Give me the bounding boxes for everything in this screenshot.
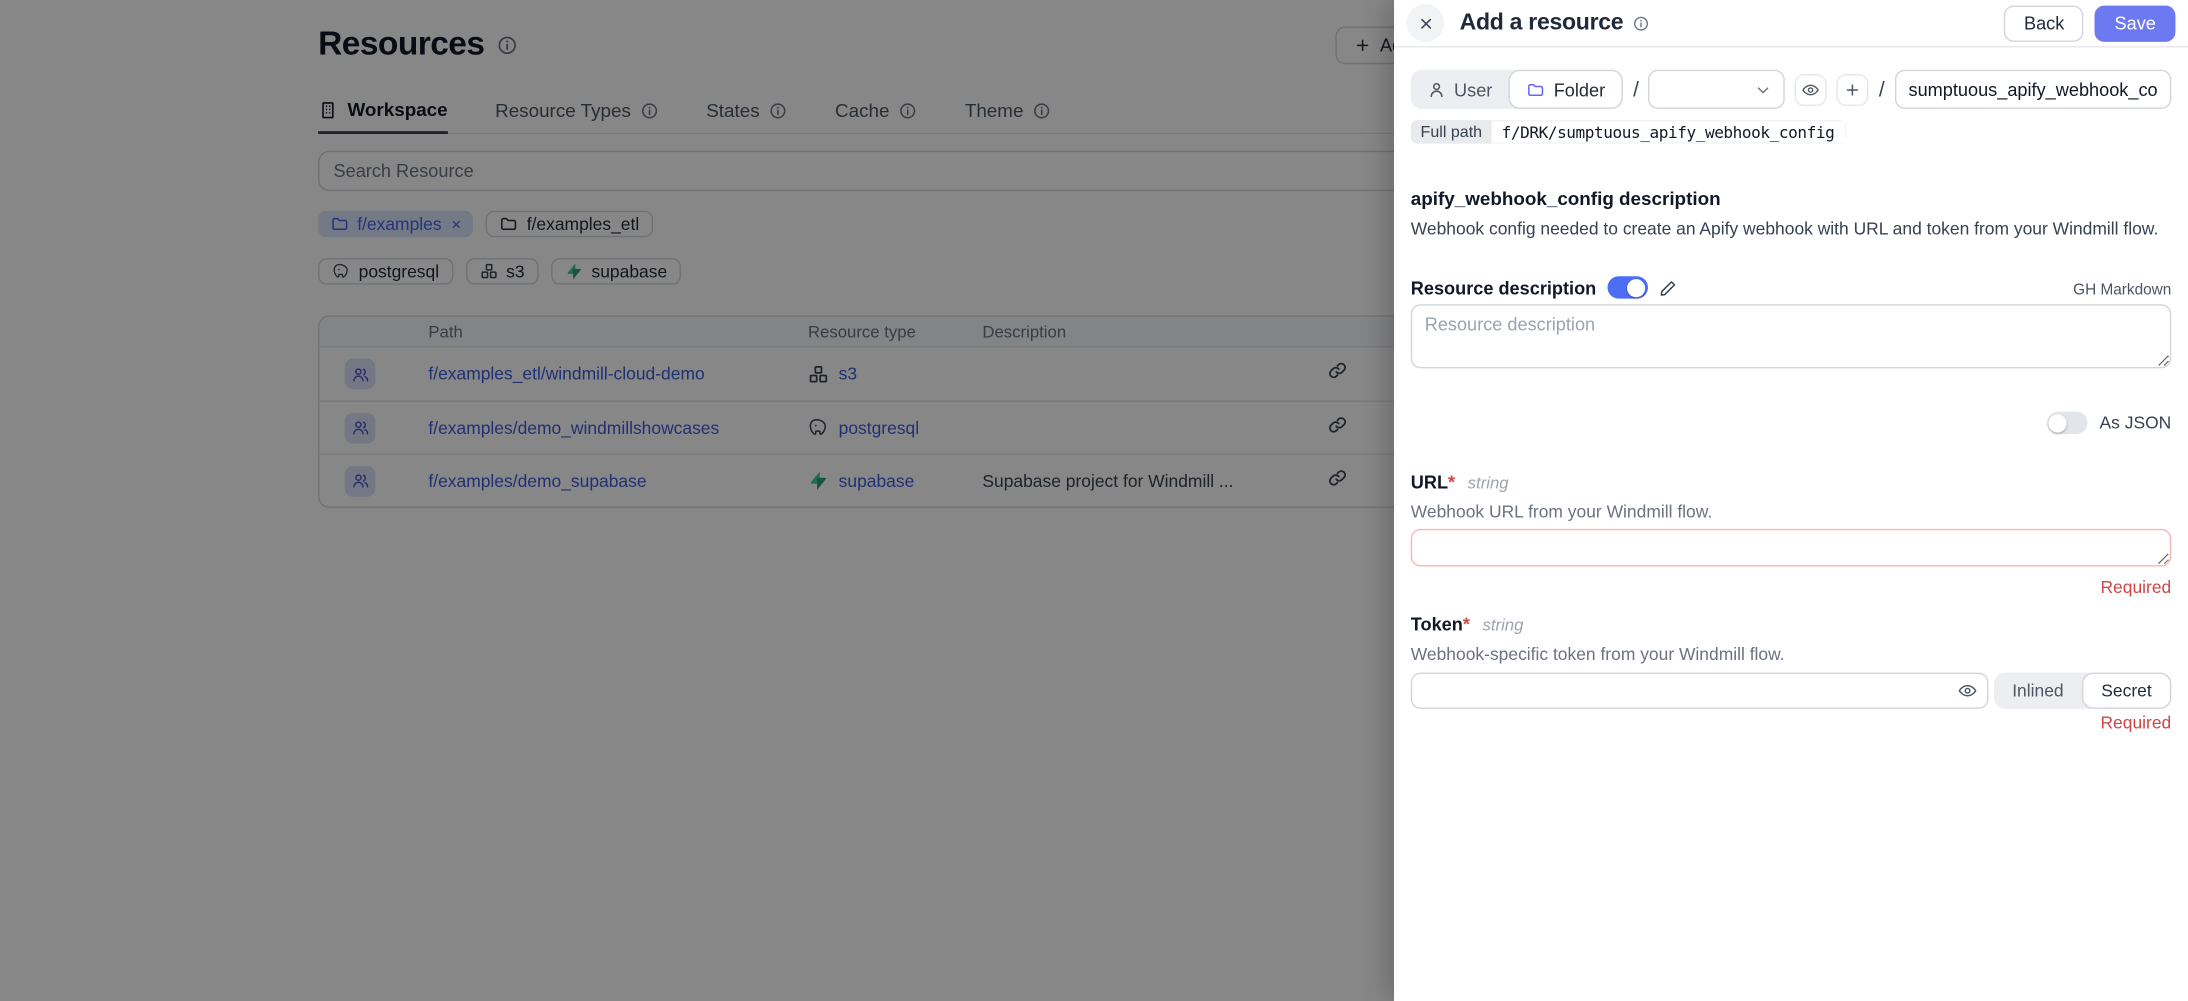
token-secret-option[interactable]: Secret [2082, 673, 2172, 709]
pencil-icon[interactable] [1659, 278, 1677, 296]
gh-markdown-label: GH Markdown [2073, 282, 2171, 299]
drawer-title: Add a resource [1460, 10, 1624, 37]
resource-type-description-text: Webhook config needed to create an Apify… [1411, 219, 2171, 239]
url-required-text: Required [1411, 578, 2171, 598]
resource-name-input[interactable] [1894, 70, 2171, 109]
token-field-type: string [1482, 615, 1523, 635]
plus-icon [1844, 80, 1862, 98]
owner-user-label: User [1454, 79, 1492, 100]
token-required-text: Required [1411, 713, 2171, 733]
chevron-down-icon [1755, 80, 1773, 98]
url-field-label: URL* [1411, 472, 1455, 493]
folder-select[interactable] [1649, 70, 1786, 109]
new-folder-button[interactable] [1837, 73, 1869, 105]
person-icon [1428, 80, 1446, 98]
required-asterisk: * [1463, 614, 1470, 635]
as-json-toggle[interactable] [2046, 412, 2086, 434]
token-input[interactable] [1411, 673, 1989, 709]
info-icon [1633, 15, 1650, 32]
view-folder-button[interactable] [1795, 73, 1827, 105]
owner-folder-label: Folder [1554, 79, 1605, 100]
url-field-help: Webhook URL from your Windmill flow. [1411, 502, 2171, 522]
token-mode-toggle: Inlined Secret [1994, 673, 2171, 709]
token-inlined-option[interactable]: Inlined [1994, 673, 2082, 709]
owner-user-option[interactable]: User [1411, 70, 1509, 109]
url-field-type: string [1468, 473, 1509, 493]
required-asterisk: * [1448, 472, 1455, 493]
add-resource-drawer: Add a resource Back Save User Folder [1394, 0, 2188, 1001]
full-path-value: f/DRK/sumptuous_apify_webhook_config [1492, 120, 1846, 144]
resource-description-label: Resource description [1411, 277, 1597, 298]
close-drawer-button[interactable] [1407, 4, 1445, 42]
close-icon [1417, 15, 1434, 32]
path-separator: / [1879, 77, 1885, 101]
folder-icon [1527, 80, 1545, 98]
url-input[interactable] [1411, 529, 2171, 567]
owner-kind-toggle: User Folder [1411, 70, 1624, 109]
token-field-help: Webhook-specific token from your Windmil… [1411, 645, 2171, 665]
token-label-text: Token [1411, 614, 1463, 635]
as-json-label: As JSON [2100, 413, 2172, 433]
owner-folder-option[interactable]: Folder [1509, 70, 1623, 109]
resource-description-toggle[interactable] [1607, 276, 1647, 298]
save-button[interactable]: Save [2095, 5, 2175, 41]
back-button[interactable]: Back [2004, 5, 2083, 41]
path-separator: / [1633, 77, 1639, 101]
resource-description-textarea[interactable] [1411, 304, 2171, 368]
eye-icon [1802, 80, 1820, 98]
resource-type-description-heading: apify_webhook_config description [1411, 188, 2171, 209]
eye-icon[interactable] [1958, 681, 1978, 701]
full-path-label: Full path [1411, 120, 1492, 144]
token-field-label: Token* [1411, 614, 1470, 635]
full-path-display: Full path f/DRK/sumptuous_apify_webhook_… [1411, 120, 1846, 144]
url-label-text: URL [1411, 472, 1448, 493]
